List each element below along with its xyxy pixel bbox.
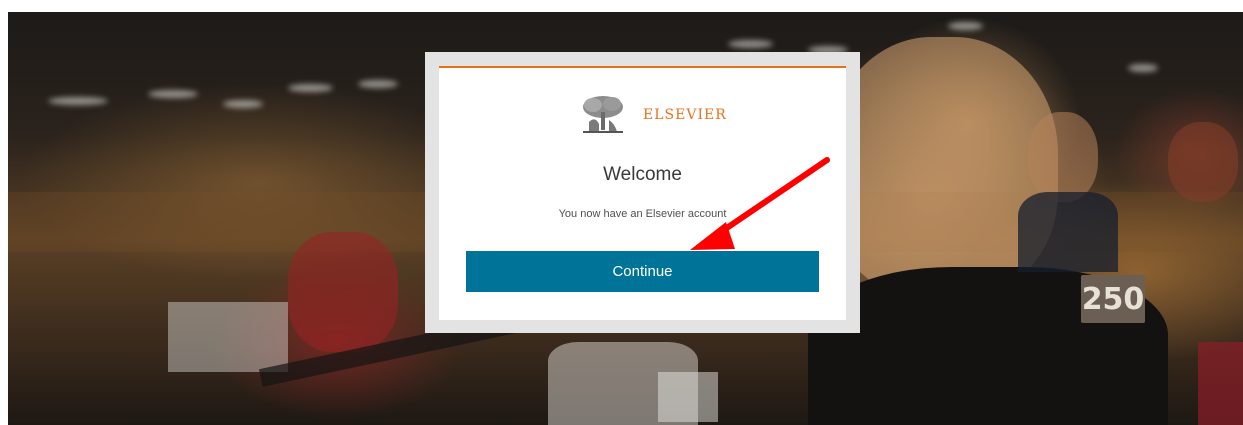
dialog-title: Welcome: [603, 164, 682, 185]
welcome-dialog: ELSEVIER Welcome You now have an Elsevie…: [439, 66, 846, 320]
dialog-message: You now have an Elsevier account: [558, 208, 727, 220]
elsevier-tree-icon: [581, 96, 625, 134]
elsevier-brand: ELSEVIER: [579, 94, 727, 136]
brand-name: ELSEVIER: [643, 107, 727, 123]
continue-button[interactable]: Continue: [466, 251, 819, 292]
welcome-dialog-frame: ELSEVIER Welcome You now have an Elsevie…: [425, 52, 860, 333]
seat-number-text: 250: [1081, 281, 1145, 317]
seat-number-sign: 250: [1081, 275, 1145, 323]
